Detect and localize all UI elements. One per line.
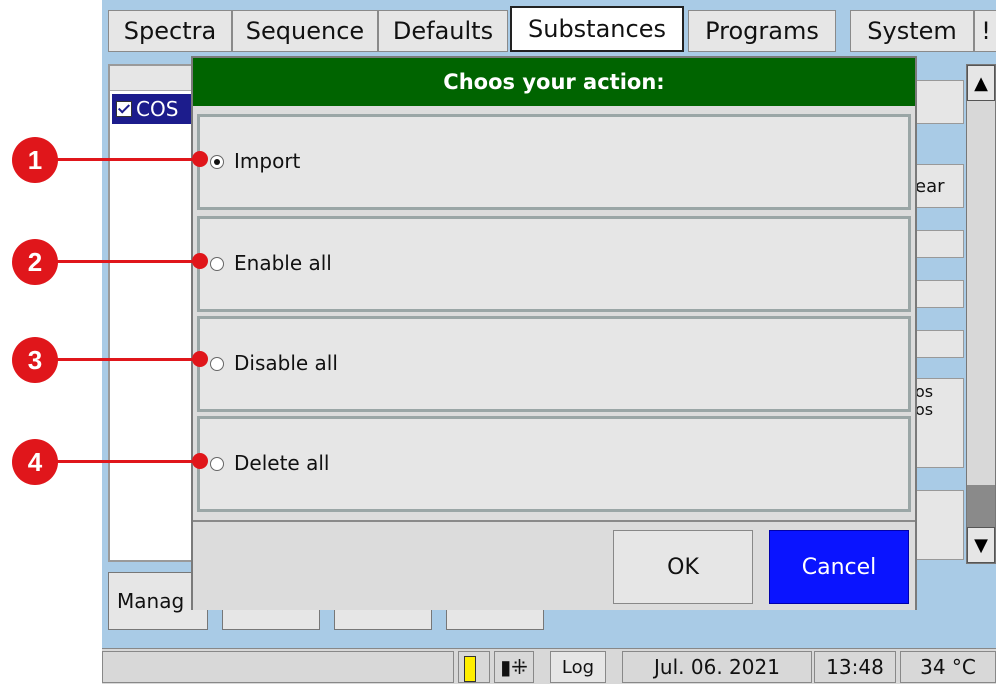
time-text: 13:48	[826, 655, 884, 679]
option-label: Enable all	[234, 251, 332, 275]
callout-dot	[192, 151, 208, 167]
log-button[interactable]: Log	[550, 651, 606, 683]
list-item-label: COS	[136, 97, 179, 121]
status-date: Jul. 06. 2021	[622, 651, 812, 683]
ok-button[interactable]: OK	[613, 530, 753, 604]
side-field[interactable]	[914, 80, 964, 124]
radio-selected-icon[interactable]	[210, 155, 224, 169]
status-time: 13:48	[814, 651, 896, 683]
option-import[interactable]: Import	[197, 114, 911, 210]
option-enable-all[interactable]: Enable all	[197, 216, 911, 312]
manage-button-label: Manag	[117, 589, 185, 613]
scroll-up-icon[interactable]: ▲	[967, 65, 995, 101]
info-line: os	[915, 382, 934, 401]
tab-system[interactable]: System	[850, 10, 974, 52]
callout-badge-2: 2	[12, 239, 58, 285]
checkbox-checked-icon[interactable]	[116, 101, 132, 117]
callout-badge-1: 1	[12, 137, 58, 183]
info-box: os os	[914, 378, 964, 468]
tab-sequence[interactable]: Sequence	[232, 10, 378, 52]
side-field[interactable]	[914, 280, 964, 308]
scrollbar[interactable]: ▲ ▼	[966, 64, 996, 564]
option-label: Delete all	[234, 451, 330, 475]
option-delete-all[interactable]: Delete all	[197, 416, 911, 512]
option-disable-all[interactable]: Disable all	[197, 316, 911, 412]
radio-icon[interactable]	[210, 457, 224, 471]
cancel-button[interactable]: Cancel	[769, 530, 909, 604]
callout-leader-line	[40, 358, 204, 361]
action-dialog: Choos your action: Import Enable all Dis…	[191, 56, 917, 610]
callout-leader-line	[40, 260, 204, 263]
temperature-text: 34 °C	[920, 655, 976, 679]
option-label: Disable all	[234, 351, 338, 375]
side-field[interactable]	[914, 490, 964, 560]
status-bar: ▮⁜ Log Jul. 06. 2021 13:48 34 °C	[102, 648, 996, 684]
scroll-down-icon[interactable]: ▼	[967, 527, 995, 563]
yellow-indicator-icon	[464, 656, 476, 682]
callout-leader-line	[40, 158, 204, 161]
tab-substances[interactable]: Substances	[510, 6, 684, 52]
callout-dot	[192, 351, 208, 367]
side-field[interactable]	[914, 330, 964, 358]
log-button-label: Log	[561, 656, 595, 678]
callout-dot	[192, 253, 208, 269]
tab-bar: Spectra Sequence Defaults Substances Pro…	[102, 6, 996, 54]
tab-defaults[interactable]: Defaults	[378, 10, 508, 52]
info-line: os	[915, 400, 934, 419]
radio-icon[interactable]	[210, 357, 224, 371]
dialog-title: Choos your action:	[193, 58, 915, 106]
status-message	[102, 651, 454, 683]
power-plug-icon: ▮⁜	[494, 651, 534, 683]
radio-icon[interactable]	[210, 257, 224, 271]
clear-button[interactable]: ear	[914, 164, 964, 208]
clear-button-label: ear	[915, 175, 945, 197]
callout-leader-line	[40, 460, 204, 463]
tab-programs[interactable]: Programs	[688, 10, 836, 52]
dialog-footer: OK Cancel	[193, 520, 915, 610]
callout-badge-3: 3	[12, 337, 58, 383]
callout-badge-4: 4	[12, 439, 58, 485]
side-field[interactable]	[914, 230, 964, 258]
callout-dot	[192, 453, 208, 469]
battery-indicator	[458, 651, 490, 683]
option-label: Import	[234, 149, 301, 173]
tab-spectra[interactable]: Spectra	[108, 10, 232, 52]
tab-alerts[interactable]: !	[974, 10, 996, 52]
date-text: Jul. 06. 2021	[654, 655, 780, 679]
status-temperature: 34 °C	[900, 651, 996, 683]
